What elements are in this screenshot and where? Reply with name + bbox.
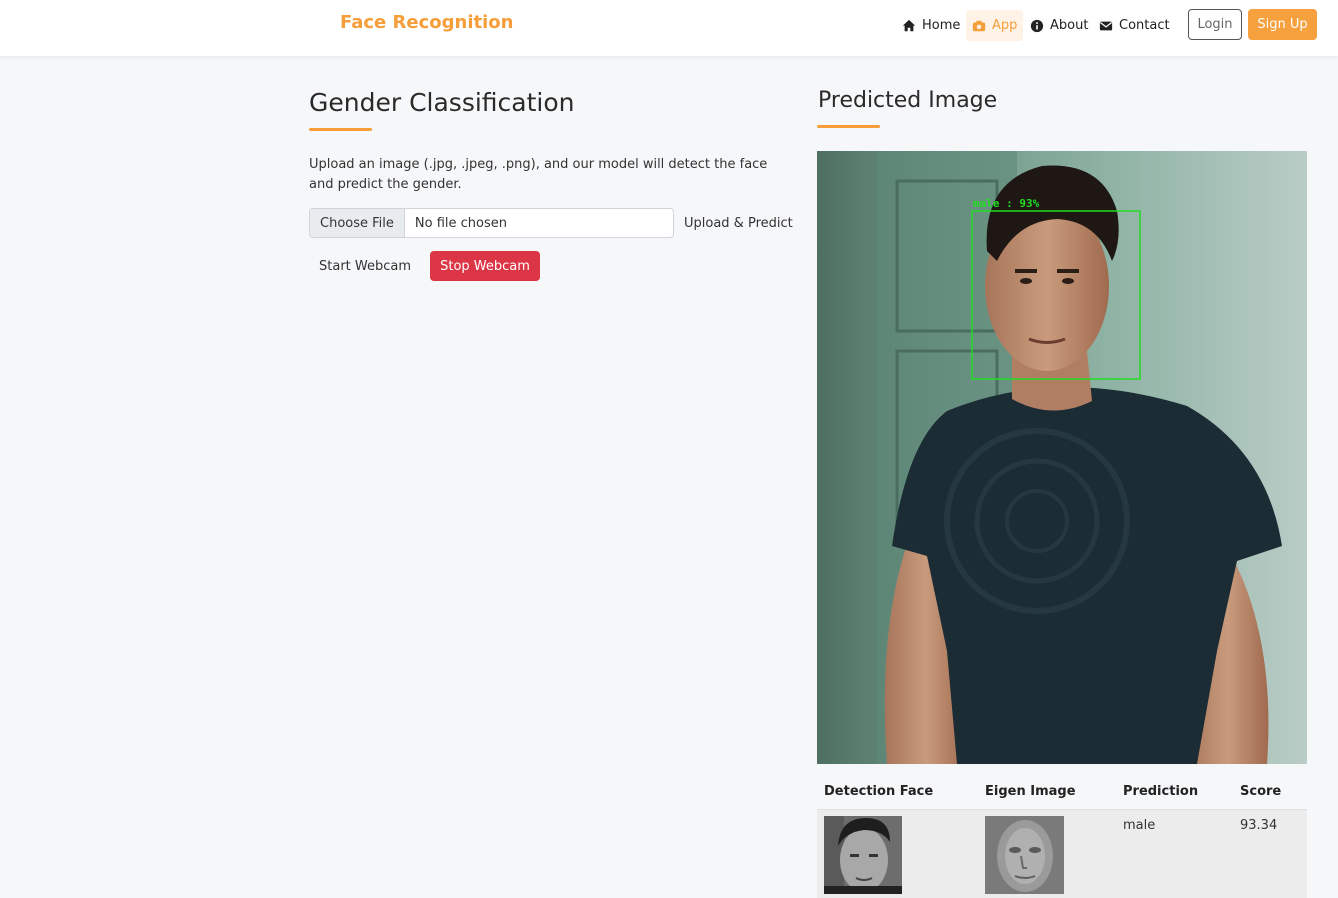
camera-icon — [972, 20, 986, 31]
nav-contact[interactable]: Contact — [1093, 10, 1176, 41]
login-button[interactable]: Login — [1188, 9, 1242, 40]
signup-button[interactable]: Sign Up — [1248, 9, 1317, 40]
nav-contact-label: Contact — [1119, 18, 1170, 33]
upload-description: Upload an image (.jpg, .jpeg, .png), and… — [309, 157, 768, 192]
detection-label: male : 93% — [973, 197, 1040, 210]
upload-predict-button[interactable]: Upload & Predict — [684, 208, 793, 238]
header-eigen-image: Eigen Image — [985, 784, 1076, 799]
predicted-title-underline — [817, 125, 880, 128]
home-icon — [902, 19, 916, 31]
envelope-icon — [1099, 21, 1113, 30]
prediction-value: male — [1123, 818, 1156, 833]
nav-home[interactable]: Home — [896, 10, 966, 41]
header-prediction: Prediction — [1123, 784, 1199, 799]
choose-file-button[interactable]: Choose File — [310, 209, 405, 237]
start-webcam-button[interactable]: Start Webcam — [319, 251, 411, 281]
file-input[interactable]: Choose File No file chosen — [309, 208, 674, 238]
stop-webcam-button[interactable]: Stop Webcam — [430, 251, 540, 281]
page-title: Gender Classification — [309, 88, 575, 117]
nav-app[interactable]: App — [966, 10, 1024, 41]
predicted-image: male : 93% — [817, 151, 1307, 764]
header-score: Score — [1240, 784, 1282, 799]
file-status: No file chosen — [414, 215, 507, 231]
brand-logo[interactable]: Face Recognition — [340, 12, 513, 33]
info-icon — [1030, 19, 1044, 32]
eigen-image — [985, 816, 1064, 894]
predicted-image-title: Predicted Image — [818, 88, 998, 113]
title-underline — [309, 128, 372, 131]
header-detection-face: Detection Face — [824, 784, 934, 799]
nav-about[interactable]: About — [1024, 10, 1094, 41]
nav-app-label: App — [992, 18, 1018, 33]
nav-about-label: About — [1050, 18, 1089, 33]
navbar: Face Recognition Home App About Contact … — [0, 0, 1338, 56]
detection-face-image — [824, 816, 902, 894]
nav-home-label: Home — [922, 18, 961, 33]
score-value: 93.34 — [1240, 818, 1278, 833]
